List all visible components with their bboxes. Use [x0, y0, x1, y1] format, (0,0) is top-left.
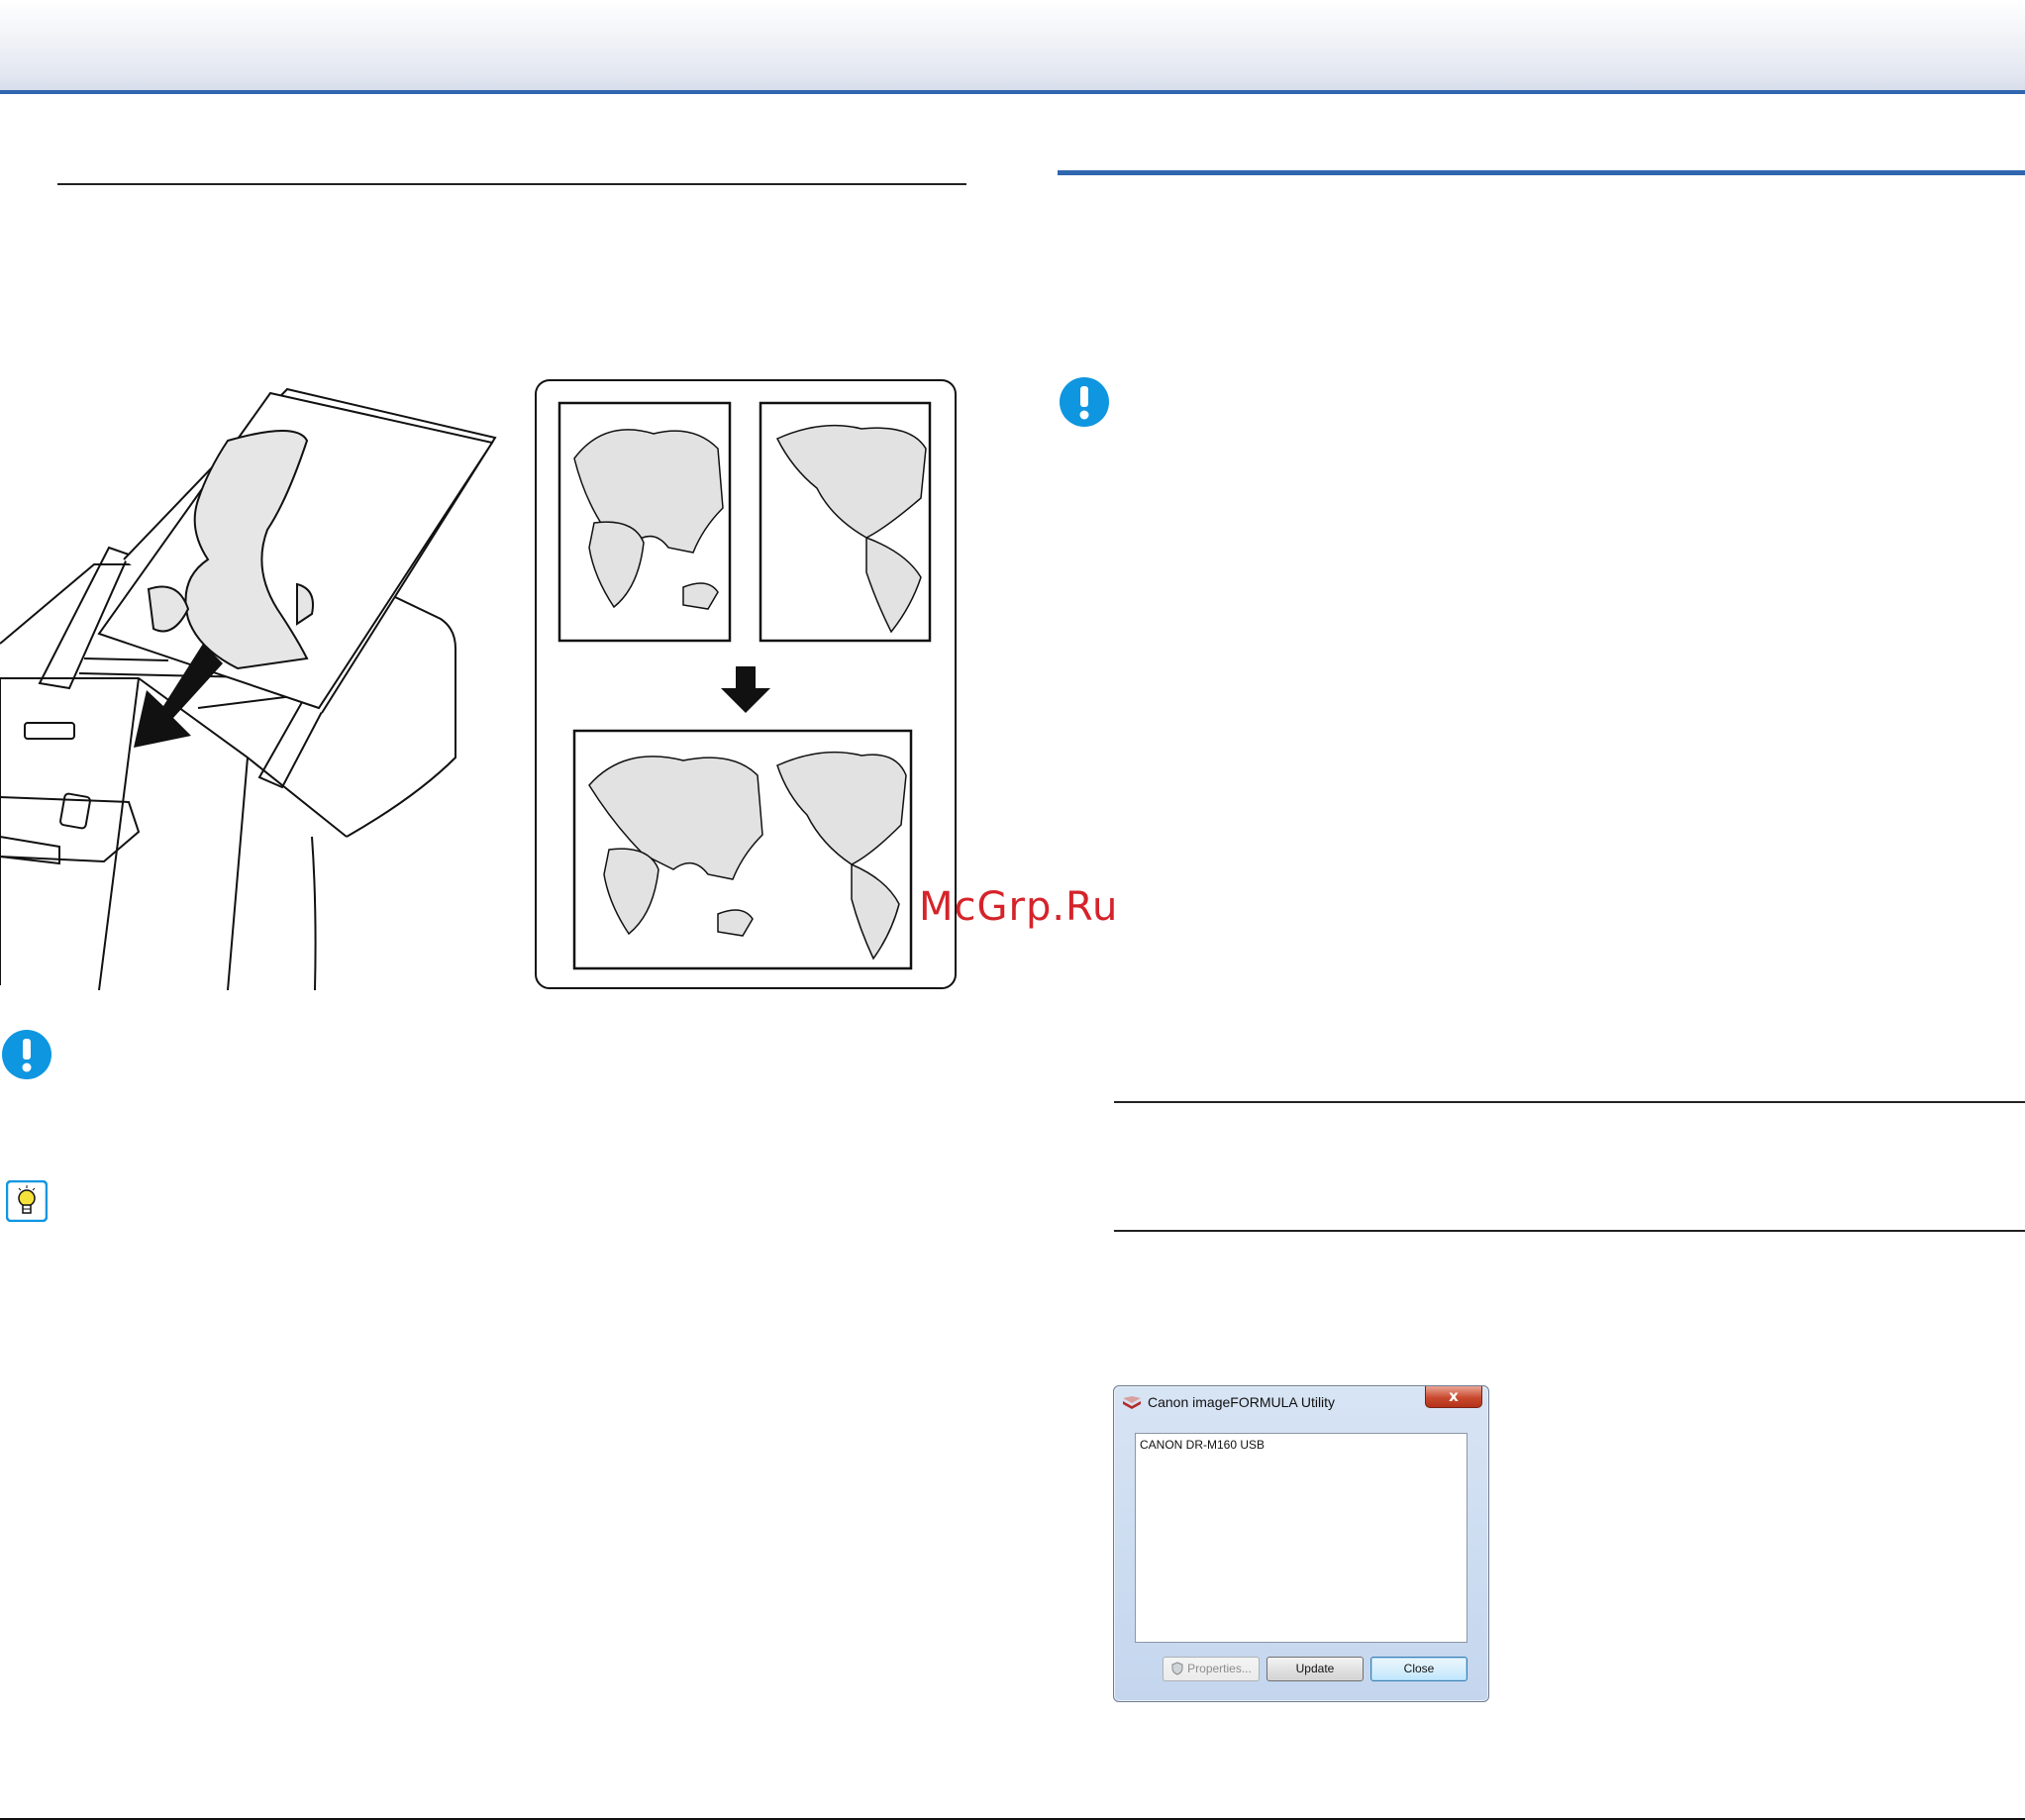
header-band	[0, 0, 2025, 91]
dialog-title: Canon imageFORMULA Utility	[1148, 1394, 1336, 1410]
manual-page: McGrp.Ru Canon imageFORMULA Utility x CA…	[0, 0, 2025, 1820]
close-icon[interactable]: x	[1425, 1386, 1482, 1408]
scanner-feeding-illustration	[0, 387, 497, 990]
table-bottom-rule	[1114, 1230, 2025, 1232]
header-band-line	[0, 90, 2025, 94]
update-button[interactable]: Update	[1266, 1657, 1364, 1681]
canon-app-icon	[1123, 1396, 1141, 1409]
utility-dialog: Canon imageFORMULA Utility x CANON DR-M1…	[1113, 1385, 1489, 1702]
table-top-rule	[1114, 1101, 2025, 1103]
properties-button-label: Properties...	[1187, 1662, 1252, 1675]
map-combine-illustration	[535, 379, 957, 989]
shield-icon	[1171, 1662, 1183, 1675]
list-item[interactable]: CANON DR-M160 USB	[1140, 1438, 1265, 1452]
scanner-list[interactable]: CANON DR-M160 USB	[1135, 1433, 1468, 1643]
left-section-rule	[57, 183, 966, 185]
properties-button[interactable]: Properties...	[1163, 1657, 1260, 1681]
close-button[interactable]: Close	[1370, 1657, 1468, 1681]
hint-lightbulb-icon	[5, 1179, 49, 1223]
important-icon-left	[2, 1030, 51, 1079]
important-icon	[1060, 377, 1109, 427]
watermark-text: McGrp.Ru	[919, 884, 1119, 930]
right-section-heading-rule	[1058, 170, 2025, 175]
dialog-titlebar[interactable]: Canon imageFORMULA Utility x	[1114, 1386, 1488, 1420]
